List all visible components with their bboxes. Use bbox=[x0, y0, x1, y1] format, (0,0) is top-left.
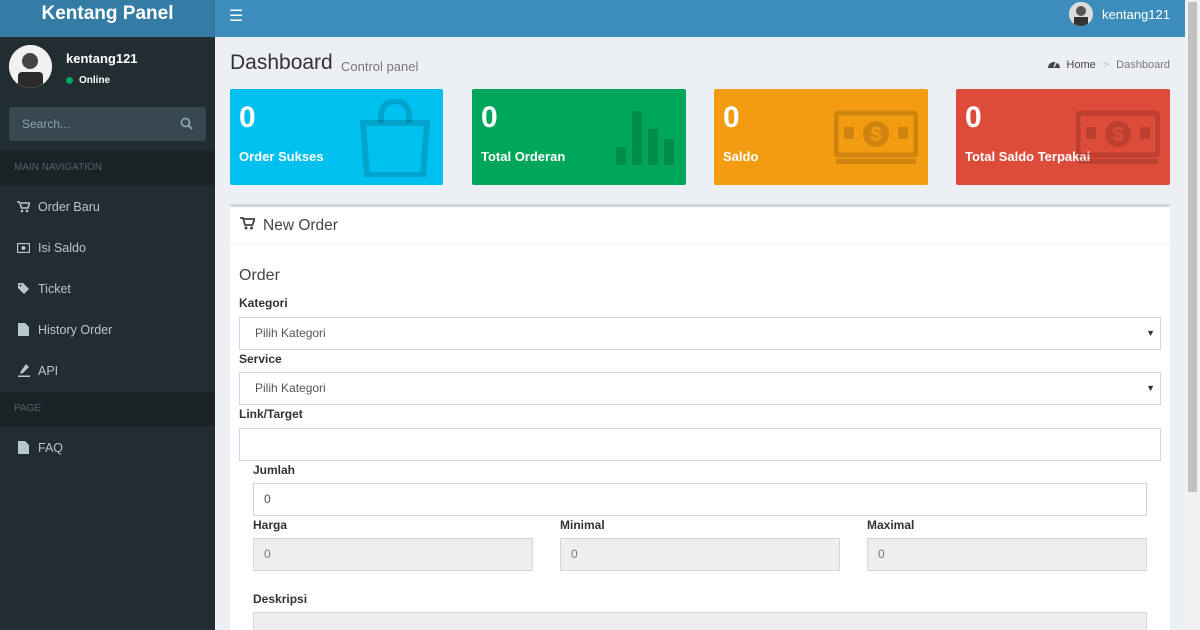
cart-icon bbox=[17, 200, 30, 213]
link-label: Link/Target bbox=[239, 407, 303, 421]
minimal-field: 0 bbox=[560, 538, 840, 571]
harga-field: 0 bbox=[253, 538, 533, 571]
status-badge: Online bbox=[66, 75, 138, 86]
money-bill-icon: $ bbox=[1075, 109, 1161, 168]
maximal-label: Maximal bbox=[867, 518, 915, 532]
avatar bbox=[1069, 2, 1094, 26]
money-bill-icon: $ bbox=[833, 109, 919, 168]
stat-label: Total Saldo Terpakai bbox=[965, 149, 1091, 164]
stat-value: 0 bbox=[723, 101, 740, 134]
bar-chart-icon bbox=[616, 109, 676, 168]
page-title: Dashboard bbox=[230, 51, 333, 74]
service-label: Service bbox=[239, 352, 282, 366]
harga-label: Harga bbox=[253, 518, 288, 532]
sidebar: kentang121 Online Search... MAIN NAVIGAT… bbox=[0, 37, 215, 630]
user-name: kentang121 bbox=[1102, 6, 1170, 22]
sidebar-item-label: Ticket bbox=[38, 281, 71, 296]
tag-icon bbox=[17, 282, 30, 295]
new-order-card: New Order Order Kategori Pilih Kategori … bbox=[230, 204, 1170, 630]
card-title: New Order bbox=[263, 216, 338, 234]
user-panel: kentang121 Online bbox=[9, 45, 138, 88]
stat-box-saldo: 0 Saldo $ bbox=[714, 89, 928, 185]
maximal-field: 0 bbox=[867, 538, 1147, 571]
breadcrumb-separator: > bbox=[1102, 59, 1110, 71]
sidebar-item-label: FAQ bbox=[38, 440, 64, 455]
link-input[interactable] bbox=[239, 428, 1161, 461]
user-name: kentang121 bbox=[66, 51, 138, 66]
file-icon bbox=[17, 323, 30, 336]
dashboard-icon bbox=[1048, 59, 1061, 71]
sidebar-item-ticket[interactable]: Ticket bbox=[0, 268, 215, 309]
svg-text:$: $ bbox=[1112, 124, 1123, 146]
stat-box-total-saldo-terpakai: 0 Total Saldo Terpakai $ bbox=[956, 89, 1170, 185]
user-menu[interactable]: kentang121 bbox=[1069, 2, 1170, 26]
avatar bbox=[9, 45, 52, 88]
stat-value: 0 bbox=[965, 101, 982, 134]
deskripsi-field bbox=[253, 612, 1147, 630]
shopping-bag-icon bbox=[357, 98, 433, 180]
search-icon[interactable] bbox=[180, 117, 193, 133]
hamburger-menu-icon[interactable]: ☰ bbox=[229, 6, 243, 26]
page-scrollbar[interactable] bbox=[1185, 0, 1200, 630]
stat-value: 0 bbox=[481, 101, 498, 134]
top-navbar: ☰ kentang121 bbox=[215, 0, 1185, 37]
sidebar-item-label: API bbox=[38, 363, 59, 378]
breadcrumb: Home > Dashboard bbox=[1048, 59, 1170, 71]
breadcrumb-home[interactable]: Home bbox=[1066, 59, 1095, 71]
search-input[interactable]: Search... bbox=[9, 107, 206, 141]
stat-label: Order Sukses bbox=[239, 149, 324, 164]
sidebar-item-label: Isi Saldo bbox=[38, 240, 86, 255]
sidebar-item-faq[interactable]: FAQ bbox=[0, 427, 215, 468]
kategori-select[interactable]: Pilih Kategori ▼ bbox=[239, 317, 1161, 350]
chevron-down-icon: ▼ bbox=[1146, 383, 1155, 393]
stat-box-order-sukses: 0 Order Sukses bbox=[230, 89, 443, 185]
jumlah-input[interactable]: 0 bbox=[253, 483, 1147, 516]
stat-label: Saldo bbox=[723, 149, 759, 164]
chevron-down-icon: ▼ bbox=[1146, 328, 1155, 338]
jumlah-label: Jumlah bbox=[253, 463, 296, 477]
deskripsi-label: Deskripsi bbox=[253, 592, 308, 606]
svg-text:$: $ bbox=[870, 124, 881, 146]
stat-label: Total Orderan bbox=[481, 149, 566, 164]
sidebar-item-isi-saldo[interactable]: Isi Saldo bbox=[0, 227, 215, 268]
sidebar-item-history-order[interactable]: History Order bbox=[0, 309, 215, 350]
sidebar-item-label: Order Baru bbox=[38, 199, 100, 214]
stat-value: 0 bbox=[239, 101, 256, 134]
cart-icon bbox=[240, 216, 263, 235]
file-icon bbox=[17, 441, 30, 454]
sidebar-item-order-baru[interactable]: Order Baru bbox=[0, 186, 215, 227]
kategori-label: Kategori bbox=[239, 296, 288, 310]
pen-icon bbox=[17, 364, 30, 377]
service-select[interactable]: Pilih Kategori ▼ bbox=[239, 372, 1161, 405]
nav-header-page: PAGE bbox=[0, 392, 215, 426]
page-subtitle: Control panel bbox=[341, 59, 419, 74]
minimal-label: Minimal bbox=[560, 518, 605, 532]
sidebar-item-label: History Order bbox=[38, 322, 113, 337]
section-title: Order bbox=[239, 267, 280, 284]
money-icon bbox=[17, 241, 30, 254]
online-dot-icon bbox=[66, 77, 73, 84]
breadcrumb-current: Dashboard bbox=[1116, 59, 1170, 71]
app-logo[interactable]: Kentang Panel bbox=[0, 0, 215, 37]
scrollbar-thumb[interactable] bbox=[1188, 2, 1197, 492]
stat-box-total-orderan: 0 Total Orderan bbox=[472, 89, 686, 185]
nav-header-main: MAIN NAVIGATION bbox=[0, 151, 215, 185]
card-header: New Order bbox=[230, 207, 1170, 245]
sidebar-item-api[interactable]: API bbox=[0, 350, 215, 391]
search-placeholder: Search... bbox=[22, 117, 71, 131]
